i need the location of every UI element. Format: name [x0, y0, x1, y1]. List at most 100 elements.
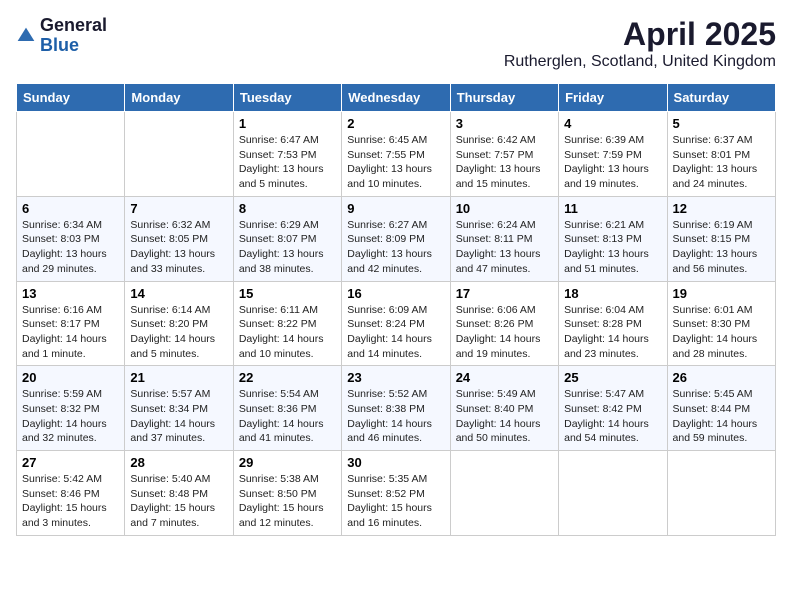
cell-info: Sunrise: 6:11 AM Sunset: 8:22 PM Dayligh… [239, 303, 336, 362]
cell-info: Sunrise: 6:04 AM Sunset: 8:28 PM Dayligh… [564, 303, 661, 362]
week-row-5: 27 Sunrise: 5:42 AM Sunset: 8:46 PM Dayli… [17, 451, 776, 536]
cell-info: Sunrise: 6:14 AM Sunset: 8:20 PM Dayligh… [130, 303, 227, 362]
calendar-cell: 7Sunrise: 6:32 AM Sunset: 8:05 PM Daylig… [125, 196, 233, 281]
date-number: 4 [564, 116, 661, 131]
week-row-3: 13Sunrise: 6:16 AM Sunset: 8:17 PM Dayli… [17, 281, 776, 366]
calendar-cell: 15 Sunrise: 6:11 AM Sunset: 8:22 PM Dayli… [233, 281, 341, 366]
logo-icon [16, 26, 36, 46]
cell-info: Sunrise: 6:42 AM Sunset: 7:57 PM Dayligh… [456, 133, 553, 192]
calendar-cell: 14 Sunrise: 6:14 AM Sunset: 8:20 PM Dayli… [125, 281, 233, 366]
calendar-cell: 13Sunrise: 6:16 AM Sunset: 8:17 PM Dayli… [17, 281, 125, 366]
date-number: 23 [347, 370, 444, 385]
date-number: 17 [456, 286, 553, 301]
calendar-cell: 6 Sunrise: 6:34 AM Sunset: 8:03 PM Daylig… [17, 196, 125, 281]
day-header-wednesday: Wednesday [342, 84, 450, 112]
day-header-tuesday: Tuesday [233, 84, 341, 112]
calendar-cell: 30 Sunrise: 5:35 AM Sunset: 8:52 PM Dayli… [342, 451, 450, 536]
calendar-cell: 25 Sunrise: 5:47 AM Sunset: 8:42 PM Dayli… [559, 366, 667, 451]
cell-info: Sunrise: 5:49 AM Sunset: 8:40 PM Dayligh… [456, 387, 553, 446]
cell-info: Sunrise: 6:21 AM Sunset: 8:13 PM Dayligh… [564, 218, 661, 277]
calendar-cell: 22 Sunrise: 5:54 AM Sunset: 8:36 PM Dayli… [233, 366, 341, 451]
week-row-4: 20 Sunrise: 5:59 AM Sunset: 8:32 PM Dayli… [17, 366, 776, 451]
cell-info: Sunrise: 5:45 AM Sunset: 8:44 PM Dayligh… [673, 387, 770, 446]
date-number: 3 [456, 116, 553, 131]
date-number: 25 [564, 370, 661, 385]
date-number: 18 [564, 286, 661, 301]
day-header-monday: Monday [125, 84, 233, 112]
date-number: 27 [22, 455, 119, 470]
calendar-cell: 5 Sunrise: 6:37 AM Sunset: 8:01 PM Daylig… [667, 112, 775, 197]
cell-info: Sunrise: 6:01 AM Sunset: 8:30 PM Dayligh… [673, 303, 770, 362]
date-number: 6 [22, 201, 119, 216]
calendar-cell: 23 Sunrise: 5:52 AM Sunset: 8:38 PM Dayli… [342, 366, 450, 451]
date-number: 9 [347, 201, 444, 216]
date-number: 20 [22, 370, 119, 385]
date-number: 22 [239, 370, 336, 385]
date-number: 5 [673, 116, 770, 131]
calendar-cell: 8Sunrise: 6:29 AM Sunset: 8:07 PM Daylig… [233, 196, 341, 281]
calendar-cell [667, 451, 775, 536]
calendar-cell [125, 112, 233, 197]
calendar-cell: 1Sunrise: 6:47 AM Sunset: 7:53 PM Daylig… [233, 112, 341, 197]
cell-info: Sunrise: 6:06 AM Sunset: 8:26 PM Dayligh… [456, 303, 553, 362]
cell-info: Sunrise: 5:54 AM Sunset: 8:36 PM Dayligh… [239, 387, 336, 446]
calendar-cell: 24 Sunrise: 5:49 AM Sunset: 8:40 PM Dayli… [450, 366, 558, 451]
cell-info: Sunrise: 6:27 AM Sunset: 8:09 PM Dayligh… [347, 218, 444, 277]
calendar-cell: 12 Sunrise: 6:19 AM Sunset: 8:15 PM Dayli… [667, 196, 775, 281]
cell-info: Sunrise: 5:47 AM Sunset: 8:42 PM Dayligh… [564, 387, 661, 446]
day-header-friday: Friday [559, 84, 667, 112]
calendar-cell: 26Sunrise: 5:45 AM Sunset: 8:44 PM Dayli… [667, 366, 775, 451]
date-number: 15 [239, 286, 336, 301]
cell-info: Sunrise: 5:42 AM Sunset: 8:46 PM Dayligh… [22, 472, 119, 531]
logo-text: General Blue [40, 16, 107, 56]
date-number: 16 [347, 286, 444, 301]
cell-info: Sunrise: 5:59 AM Sunset: 8:32 PM Dayligh… [22, 387, 119, 446]
subtitle: Rutherglen, Scotland, United Kingdom [504, 53, 776, 71]
day-header-sunday: Sunday [17, 84, 125, 112]
date-number: 14 [130, 286, 227, 301]
date-number: 8 [239, 201, 336, 216]
cell-info: Sunrise: 5:52 AM Sunset: 8:38 PM Dayligh… [347, 387, 444, 446]
cell-info: Sunrise: 5:35 AM Sunset: 8:52 PM Dayligh… [347, 472, 444, 531]
logo-general: General [40, 16, 107, 36]
calendar-cell: 19 Sunrise: 6:01 AM Sunset: 8:30 PM Dayli… [667, 281, 775, 366]
calendar-cell: 17 Sunrise: 6:06 AM Sunset: 8:26 PM Dayli… [450, 281, 558, 366]
main-title: April 2025 [504, 16, 776, 53]
week-row-1: 1Sunrise: 6:47 AM Sunset: 7:53 PM Daylig… [17, 112, 776, 197]
cell-info: Sunrise: 6:47 AM Sunset: 7:53 PM Dayligh… [239, 133, 336, 192]
calendar-cell: 11Sunrise: 6:21 AM Sunset: 8:13 PM Dayli… [559, 196, 667, 281]
calendar-cell: 27 Sunrise: 5:42 AM Sunset: 8:46 PM Dayli… [17, 451, 125, 536]
calendar-cell: 9 Sunrise: 6:27 AM Sunset: 8:09 PM Daylig… [342, 196, 450, 281]
date-number: 30 [347, 455, 444, 470]
cell-info: Sunrise: 6:45 AM Sunset: 7:55 PM Dayligh… [347, 133, 444, 192]
week-row-2: 6 Sunrise: 6:34 AM Sunset: 8:03 PM Daylig… [17, 196, 776, 281]
calendar-cell [17, 112, 125, 197]
date-number: 19 [673, 286, 770, 301]
date-number: 24 [456, 370, 553, 385]
date-number: 12 [673, 201, 770, 216]
cell-info: Sunrise: 6:24 AM Sunset: 8:11 PM Dayligh… [456, 218, 553, 277]
title-area: April 2025 Rutherglen, Scotland, United … [504, 16, 776, 71]
calendar-cell: 21Sunrise: 5:57 AM Sunset: 8:34 PM Dayli… [125, 366, 233, 451]
calendar-cell: 2Sunrise: 6:45 AM Sunset: 7:55 PM Daylig… [342, 112, 450, 197]
calendar-cell [559, 451, 667, 536]
date-number: 29 [239, 455, 336, 470]
day-header-thursday: Thursday [450, 84, 558, 112]
cell-info: Sunrise: 6:37 AM Sunset: 8:01 PM Dayligh… [673, 133, 770, 192]
logo-blue: Blue [40, 36, 107, 56]
calendar-cell: 20 Sunrise: 5:59 AM Sunset: 8:32 PM Dayli… [17, 366, 125, 451]
cell-info: Sunrise: 6:16 AM Sunset: 8:17 PM Dayligh… [22, 303, 119, 362]
header-row: SundayMondayTuesdayWednesdayThursdayFrid… [17, 84, 776, 112]
date-number: 10 [456, 201, 553, 216]
cell-info: Sunrise: 6:39 AM Sunset: 7:59 PM Dayligh… [564, 133, 661, 192]
calendar-cell: 4 Sunrise: 6:39 AM Sunset: 7:59 PM Daylig… [559, 112, 667, 197]
cell-info: Sunrise: 6:19 AM Sunset: 8:15 PM Dayligh… [673, 218, 770, 277]
cell-info: Sunrise: 6:32 AM Sunset: 8:05 PM Dayligh… [130, 218, 227, 277]
calendar-cell: 10 Sunrise: 6:24 AM Sunset: 8:11 PM Dayli… [450, 196, 558, 281]
calendar-cell: 18 Sunrise: 6:04 AM Sunset: 8:28 PM Dayli… [559, 281, 667, 366]
cell-info: Sunrise: 6:34 AM Sunset: 8:03 PM Dayligh… [22, 218, 119, 277]
cell-info: Sunrise: 5:38 AM Sunset: 8:50 PM Dayligh… [239, 472, 336, 531]
calendar-cell [450, 451, 558, 536]
cell-info: Sunrise: 5:40 AM Sunset: 8:48 PM Dayligh… [130, 472, 227, 531]
calendar-table: SundayMondayTuesdayWednesdayThursdayFrid… [16, 83, 776, 536]
